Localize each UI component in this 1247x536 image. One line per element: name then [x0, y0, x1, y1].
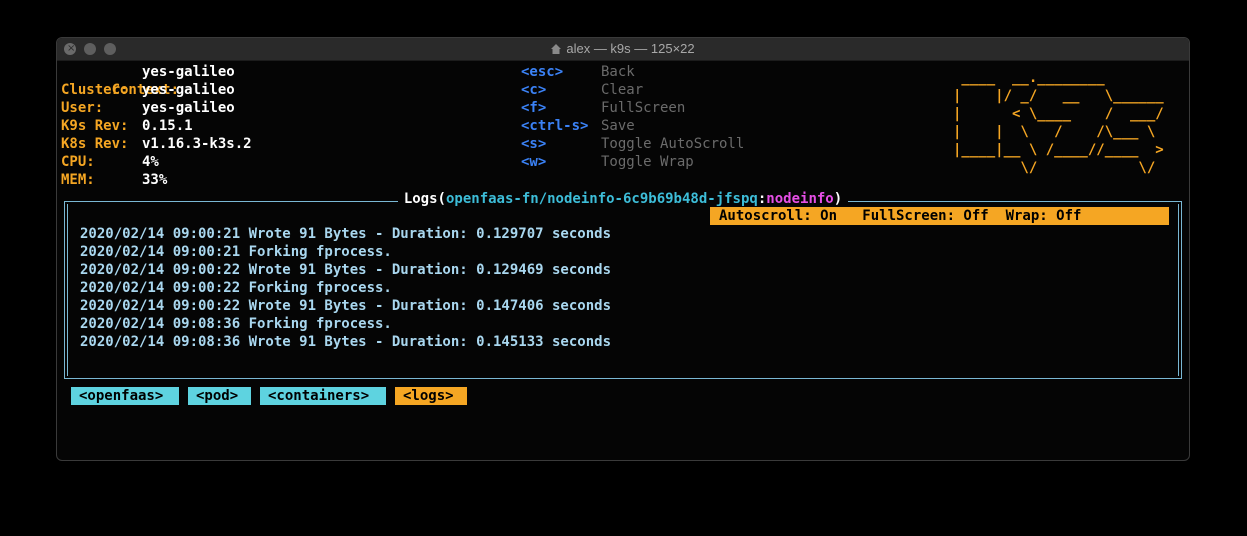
log-line: 2020/02/14 09:00:22 Wrote 91 Bytes - Dur… [80, 298, 612, 314]
terminal-content: Context: yes-galileo Cluster: yes-galile… [57, 61, 1189, 460]
panel-title-pod: openfaas-fn/nodeinfo-6c9b69b48d-jfspq [445, 191, 758, 207]
log-line: 2020/02/14 09:08:36 Wrote 91 Bytes - Dur… [80, 334, 612, 350]
crumb-pod[interactable]: <pod> [188, 387, 251, 405]
panel-title-container: nodeinfo [766, 191, 834, 207]
crumb-containers[interactable]: <containers> [260, 387, 386, 405]
log-line: 2020/02/14 09:00:22 Forking fprocess. [80, 280, 392, 296]
shortcut-action-toggle-autoscroll: Toggle AutoScroll [601, 136, 745, 152]
log-line: 2020/02/14 09:00:22 Wrote 91 Bytes - Dur… [80, 262, 612, 278]
logs-panel-title: Logs(openfaas-fn/nodeinfo-6c9b69b48d-jfs… [57, 189, 1189, 209]
k9s-logo: ____ __.________ | |/ _/ __ \______ | < … [953, 70, 1164, 176]
shortcut-action-back: Back [601, 64, 635, 80]
home-icon [551, 44, 562, 54]
info-label-k9s-rev: K9s Rev: [61, 118, 129, 134]
log-line: 2020/02/14 09:00:21 Forking fprocess. [80, 244, 392, 260]
shortcut-action-clear: Clear [601, 82, 644, 98]
window-title-container: alex — k9s — 125×22 [57, 41, 1189, 56]
title-bar: × alex — k9s — 125×22 [57, 38, 1189, 61]
log-status-indicator: Autoscroll: On FullScreen: Off Wrap: Off [710, 207, 1169, 225]
info-value-k8s-rev: v1.16.3-k3s.2 [142, 136, 252, 152]
shortcut-key-ctrl-s[interactable]: <ctrl-s> [521, 117, 588, 135]
crumb-logs[interactable]: <logs> [395, 387, 467, 405]
shortcut-key-w[interactable]: <w> [521, 153, 546, 171]
info-value-context: yes-galileo [142, 64, 235, 80]
log-line: 2020/02/14 09:08:36 Forking fprocess. [80, 316, 392, 332]
panel-title-prefix: Logs( [403, 191, 446, 207]
info-value-cluster: yes-galileo [142, 82, 235, 98]
info-value-mem: 33% [142, 172, 168, 188]
info-value-k9s-rev: 0.15.1 [142, 118, 193, 134]
shortcut-action-fullscreen: FullScreen [601, 100, 686, 116]
shortcut-key-f[interactable]: <f> [521, 99, 546, 117]
shortcut-action-toggle-wrap: Toggle Wrap [601, 154, 694, 170]
info-label-user: User: [61, 100, 104, 116]
panel-title-suffix: ) [833, 191, 843, 207]
info-label-cluster: Cluster: [61, 82, 129, 98]
crumb-openfaas[interactable]: <openfaas> [71, 387, 179, 405]
terminal-window: × alex — k9s — 125×22 Context: yes-galil… [56, 37, 1190, 461]
window-title: alex — k9s — 125×22 [566, 41, 695, 56]
info-label-k8s-rev: K8s Rev: [61, 136, 129, 152]
info-value-cpu: 4% [142, 154, 159, 170]
log-line: 2020/02/14 09:00:21 Wrote 91 Bytes - Dur… [80, 226, 612, 242]
info-label-cpu: CPU: [61, 154, 95, 170]
shortcut-action-save: Save [601, 118, 635, 134]
info-label-mem: MEM: [61, 172, 95, 188]
info-value-user: yes-galileo [142, 100, 235, 116]
shortcut-key-s[interactable]: <s> [521, 135, 546, 153]
shortcut-key-esc[interactable]: <esc> [521, 63, 563, 81]
shortcut-key-c[interactable]: <c> [521, 81, 546, 99]
